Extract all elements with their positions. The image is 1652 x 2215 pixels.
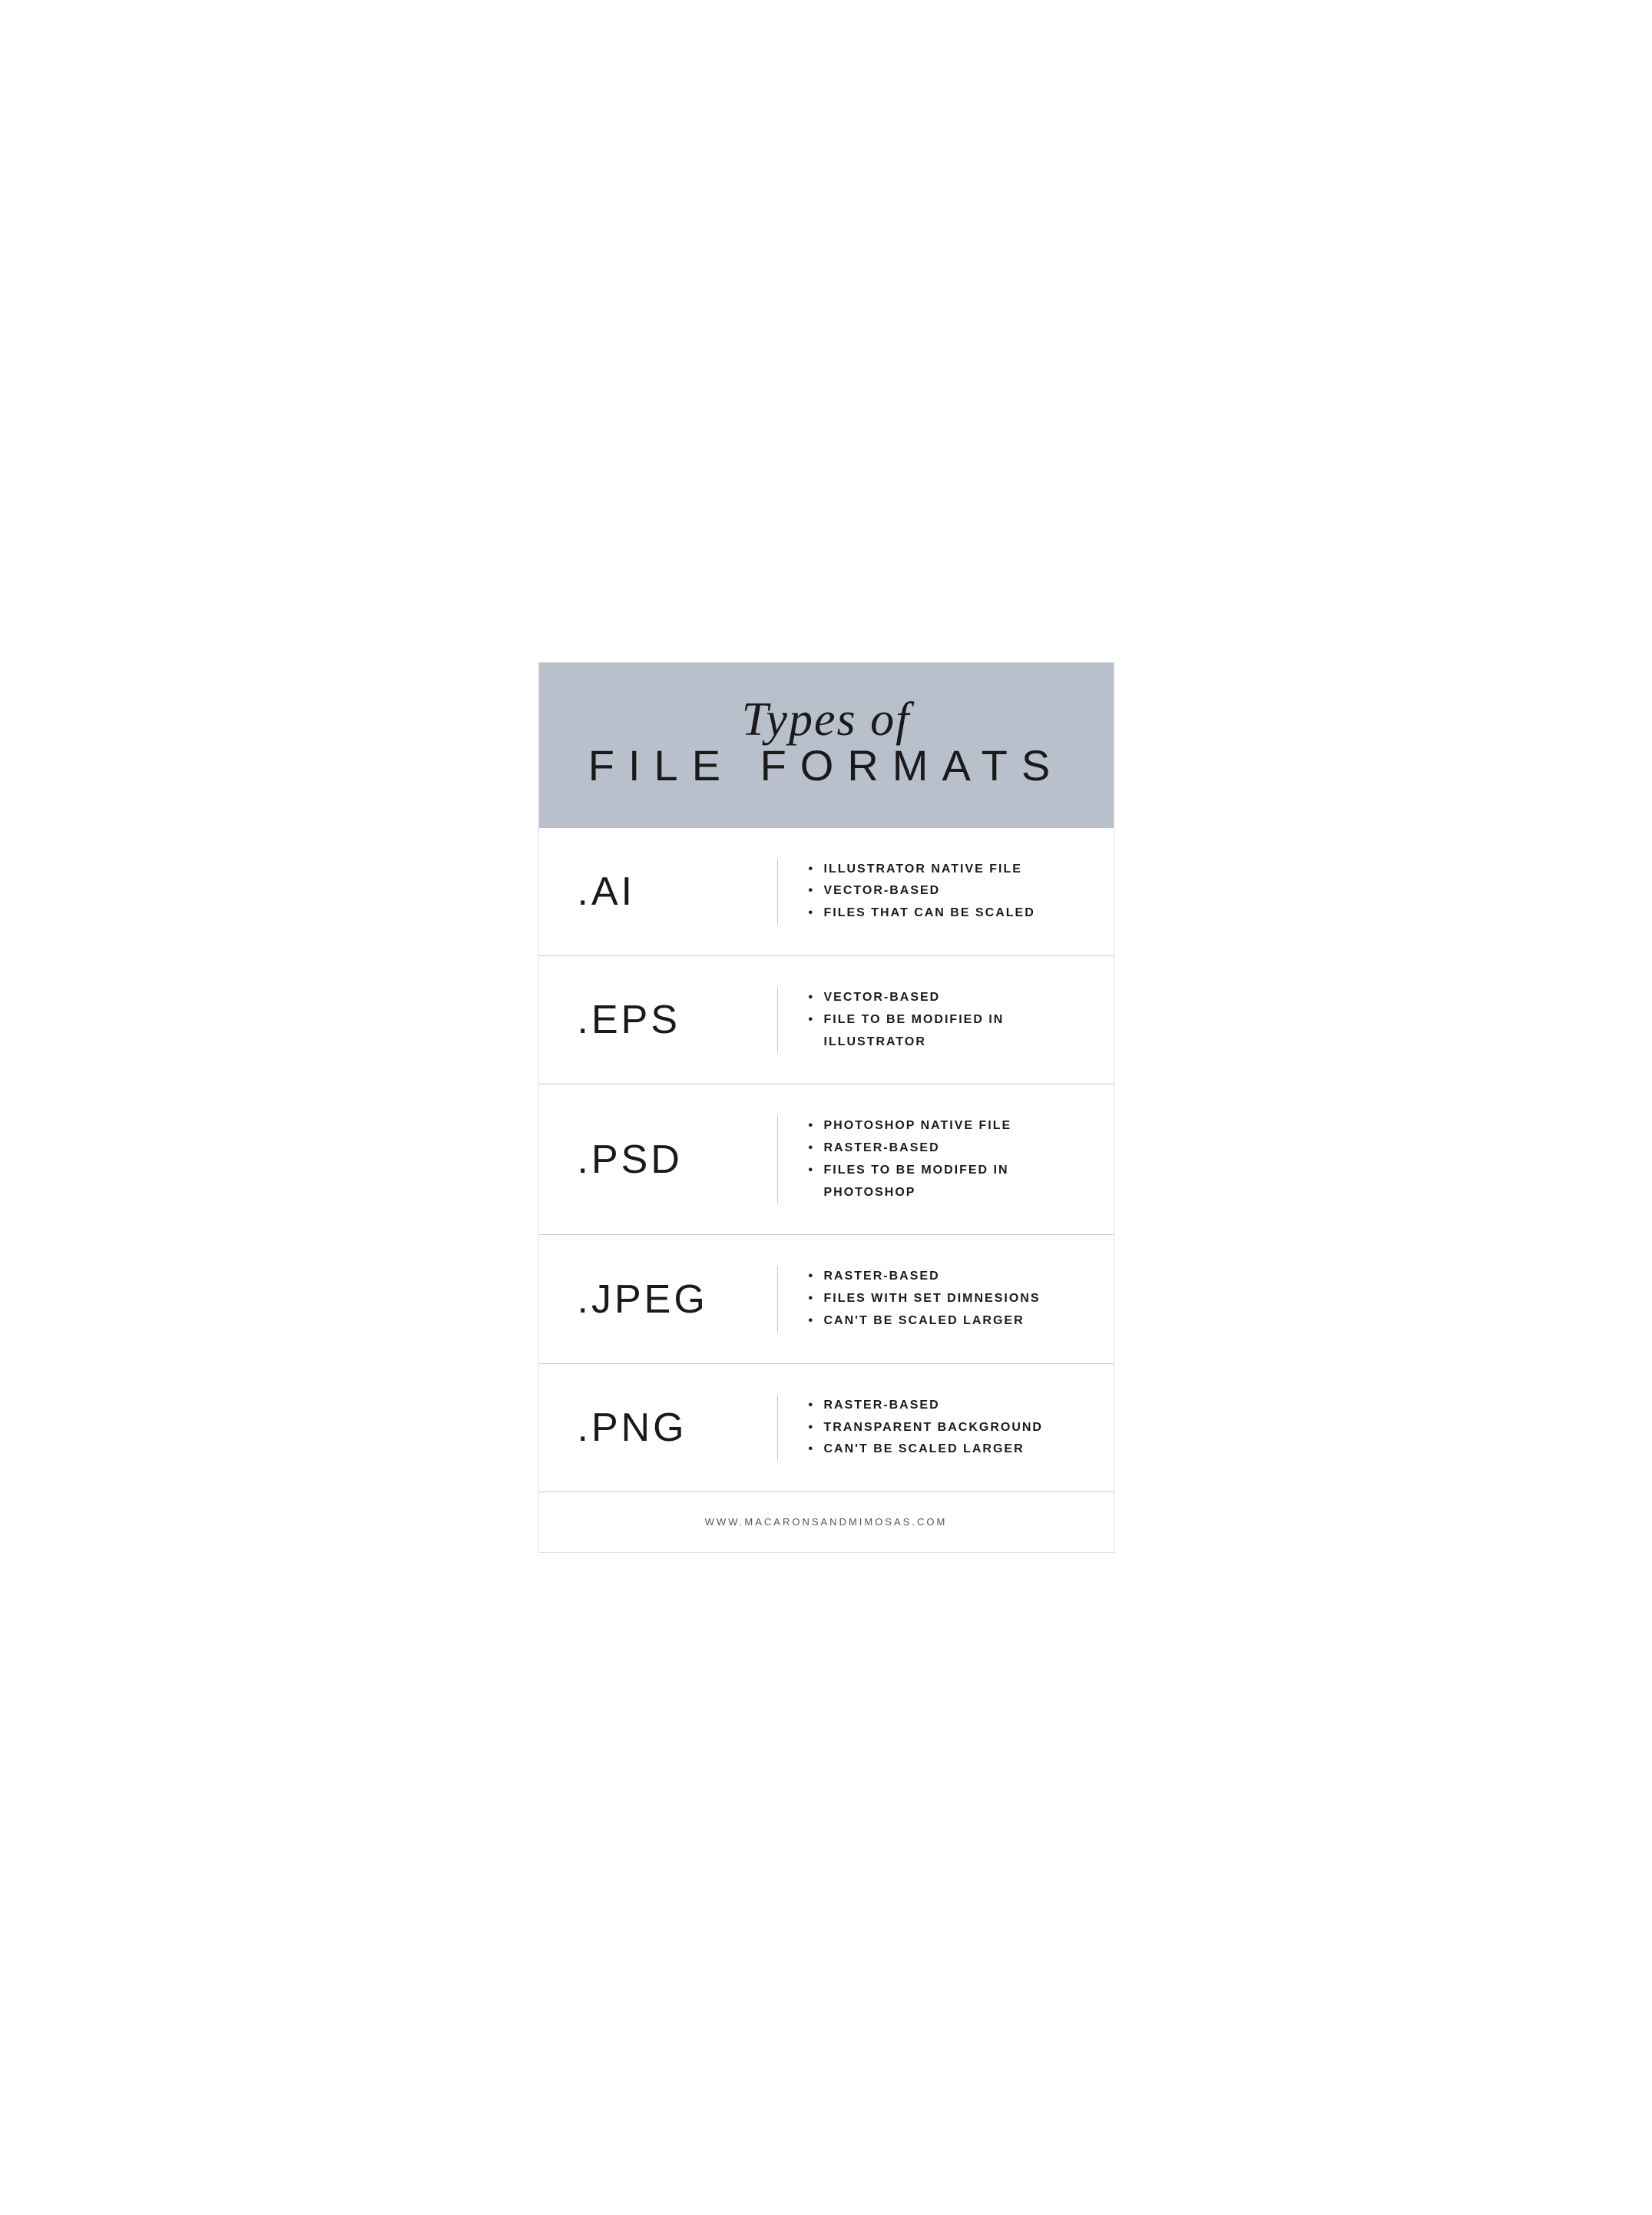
format-divider [777, 987, 778, 1053]
bullet-item: RASTER-BASED [809, 1395, 1075, 1417]
format-name-PNG: .PNG [578, 1405, 747, 1451]
bullet-item: VECTOR-BASED [809, 987, 1075, 1009]
page: Types of FILE FORMATS .AI ILLUSTRATOR NAT… [538, 662, 1114, 1554]
bullet-item: RASTER-BASED [809, 1137, 1075, 1160]
format-divider [777, 1266, 778, 1332]
bullet-item: FILES THAT CAN BE SCALED [809, 902, 1075, 925]
format-row-JPEG: .JPEG RASTER-BASEDFILES WITH SET DIMNESIO… [539, 1235, 1114, 1363]
bullet-item: FILE TO BE MODIFIED IN ILLUSTRATOR [809, 1009, 1075, 1054]
format-divider [777, 1115, 778, 1204]
bullet-item: PHOTOSHOP NATIVE FILE [809, 1115, 1075, 1137]
format-name-AI: .AI [578, 869, 747, 915]
format-row-PSD: .PSD PHOTOSHOP NATIVE FILERASTER-BASEDFIL… [539, 1084, 1114, 1235]
bullet-item: ILLUSTRATOR NATIVE FILE [809, 859, 1075, 881]
format-bullets-JPEG: RASTER-BASEDFILES WITH SET DIMNESIONSCAN… [809, 1266, 1075, 1332]
bullet-item: FILES TO BE MODIFED IN PHOTOSHOP [809, 1160, 1075, 1204]
format-bullets-PNG: RASTER-BASEDTRANSPARENT BACKGROUNDCAN'T … [809, 1395, 1075, 1461]
format-divider [777, 1395, 778, 1461]
format-name-JPEG: .JPEG [578, 1276, 747, 1323]
format-bullets-AI: ILLUSTRATOR NATIVE FILEVECTOR-BASEDFILES… [809, 859, 1075, 925]
bullet-item: FILES WITH SET DIMNESIONS [809, 1288, 1075, 1310]
header: Types of FILE FORMATS [539, 663, 1114, 828]
format-row-AI: .AI ILLUSTRATOR NATIVE FILEVECTOR-BASEDFI… [539, 828, 1114, 956]
formats-container: .AIILLUSTRATOR NATIVE FILEVECTOR-BASEDFI… [539, 828, 1114, 1492]
bullet-item: CAN'T BE SCALED LARGER [809, 1439, 1075, 1461]
footer-text: www.MACARONSANDMIMOSAS.com [705, 1516, 948, 1528]
format-row-EPS: .EPS VECTOR-BASEDFILE TO BE MODIFIED IN I… [539, 956, 1114, 1084]
header-main-text: FILE FORMATS [585, 742, 1068, 790]
format-name-PSD: .PSD [578, 1137, 747, 1183]
header-script-text: Types of [585, 694, 1068, 746]
footer: www.MACARONSANDMIMOSAS.com [539, 1492, 1114, 1552]
bullet-item: TRANSPARENT BACKGROUND [809, 1417, 1075, 1439]
format-bullets-PSD: PHOTOSHOP NATIVE FILERASTER-BASEDFILES T… [809, 1115, 1075, 1204]
format-bullets-EPS: VECTOR-BASEDFILE TO BE MODIFIED IN ILLUS… [809, 987, 1075, 1053]
format-name-EPS: .EPS [578, 997, 747, 1043]
bullet-item: CAN'T BE SCALED LARGER [809, 1310, 1075, 1333]
format-divider [777, 859, 778, 925]
bullet-item: RASTER-BASED [809, 1266, 1075, 1288]
bullet-item: VECTOR-BASED [809, 880, 1075, 902]
format-row-PNG: .PNG RASTER-BASEDTRANSPARENT BACKGROUNDCA… [539, 1364, 1114, 1492]
